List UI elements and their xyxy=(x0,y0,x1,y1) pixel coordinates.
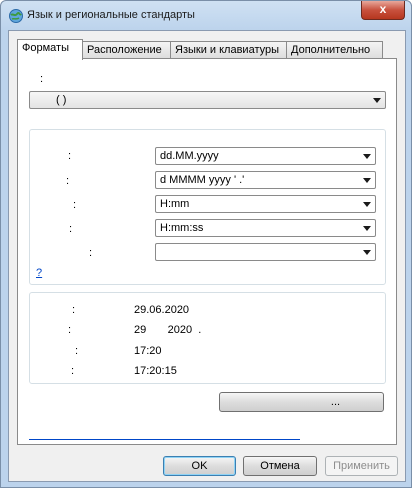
chevron-down-icon xyxy=(363,250,371,255)
example-long-time-value: 17:20:15 xyxy=(134,365,177,377)
short-time-value: H:mm xyxy=(160,198,190,210)
additional-settings-button[interactable]: ... xyxy=(219,392,384,412)
first-day-label: : xyxy=(89,247,93,259)
dialog-client-area: Форматы Расположение Языки и клавиатуры … xyxy=(8,30,406,482)
close-icon: x xyxy=(379,2,387,16)
close-button[interactable]: x xyxy=(361,1,405,20)
cancel-label: Отмена xyxy=(260,460,300,472)
short-date-select[interactable]: dd.MM.yyyy xyxy=(155,147,376,165)
chevron-down-icon xyxy=(363,154,371,159)
long-time-select[interactable]: H:mm:ss xyxy=(155,219,376,237)
format-select[interactable]: ( ) xyxy=(29,91,386,109)
example-short-date-value: 29.06.2020 xyxy=(134,304,190,316)
chevron-down-icon xyxy=(363,226,371,231)
chevron-down-icon xyxy=(373,98,381,103)
tab-administrative[interactable]: Дополнительно xyxy=(286,41,383,59)
long-time-label: : xyxy=(69,223,73,235)
tab-label: Форматы xyxy=(22,42,69,54)
chevron-down-icon xyxy=(363,202,371,207)
long-date-label: : xyxy=(66,175,70,187)
tab-label: Расположение xyxy=(87,44,162,56)
long-date-value: d MMMM yyyy ' .' xyxy=(160,174,245,186)
date-time-formats-group: : dd.MM.yyyy : d MMMM yyyy ' .' : H:mm : xyxy=(29,129,386,285)
first-day-select[interactable] xyxy=(155,243,376,261)
examples-group: : 29.06.2020 : 29 2020 . : 17:20 : 17:20… xyxy=(29,292,386,384)
short-time-label: : xyxy=(73,199,77,211)
tab-label: Языки и клавиатуры xyxy=(175,44,280,56)
apply-button[interactable]: Применить xyxy=(325,456,398,476)
ok-label: OK xyxy=(191,460,208,472)
example-long-date-label: : xyxy=(68,324,72,336)
short-time-select[interactable]: H:mm xyxy=(155,195,376,213)
example-long-time-label: : xyxy=(71,365,75,377)
tab-keyboards-languages[interactable]: Языки и клавиатуры xyxy=(170,41,288,59)
window-title: Язык и региональные стандарты xyxy=(27,9,195,21)
tab-label: Дополнительно xyxy=(291,44,371,56)
tab-location[interactable]: Расположение xyxy=(82,41,171,59)
online-formats-link[interactable] xyxy=(29,426,300,440)
help-link[interactable]: ? xyxy=(36,267,42,279)
format-value: ( ) xyxy=(56,94,67,106)
title-bar[interactable]: Язык и региональные стандарты x xyxy=(1,1,411,29)
chevron-down-icon xyxy=(363,178,371,183)
dialog-window: Язык и региональные стандарты x Форматы … xyxy=(0,0,412,488)
example-short-time-value: 17:20 xyxy=(134,345,162,357)
cancel-button[interactable]: Отмена xyxy=(243,456,317,476)
long-date-select[interactable]: d MMMM yyyy ' .' xyxy=(155,171,376,189)
apply-label: Применить xyxy=(333,460,390,472)
formats-panel: : ( ) : dd.MM.yyyy : d MMMM yyyy ' .' : xyxy=(17,58,397,445)
example-short-time-label: : xyxy=(75,345,79,357)
example-long-date-value: 29 2020 . xyxy=(134,324,202,336)
ok-button[interactable]: OK xyxy=(163,456,236,476)
tab-formats[interactable]: Форматы xyxy=(17,39,83,60)
additional-settings-label: ... xyxy=(330,396,341,408)
example-short-date-label: : xyxy=(72,304,76,316)
globe-icon xyxy=(9,9,23,23)
format-label: : xyxy=(40,73,44,85)
short-date-label: : xyxy=(68,150,72,162)
long-time-value: H:mm:ss xyxy=(160,222,204,234)
short-date-value: dd.MM.yyyy xyxy=(160,150,219,162)
